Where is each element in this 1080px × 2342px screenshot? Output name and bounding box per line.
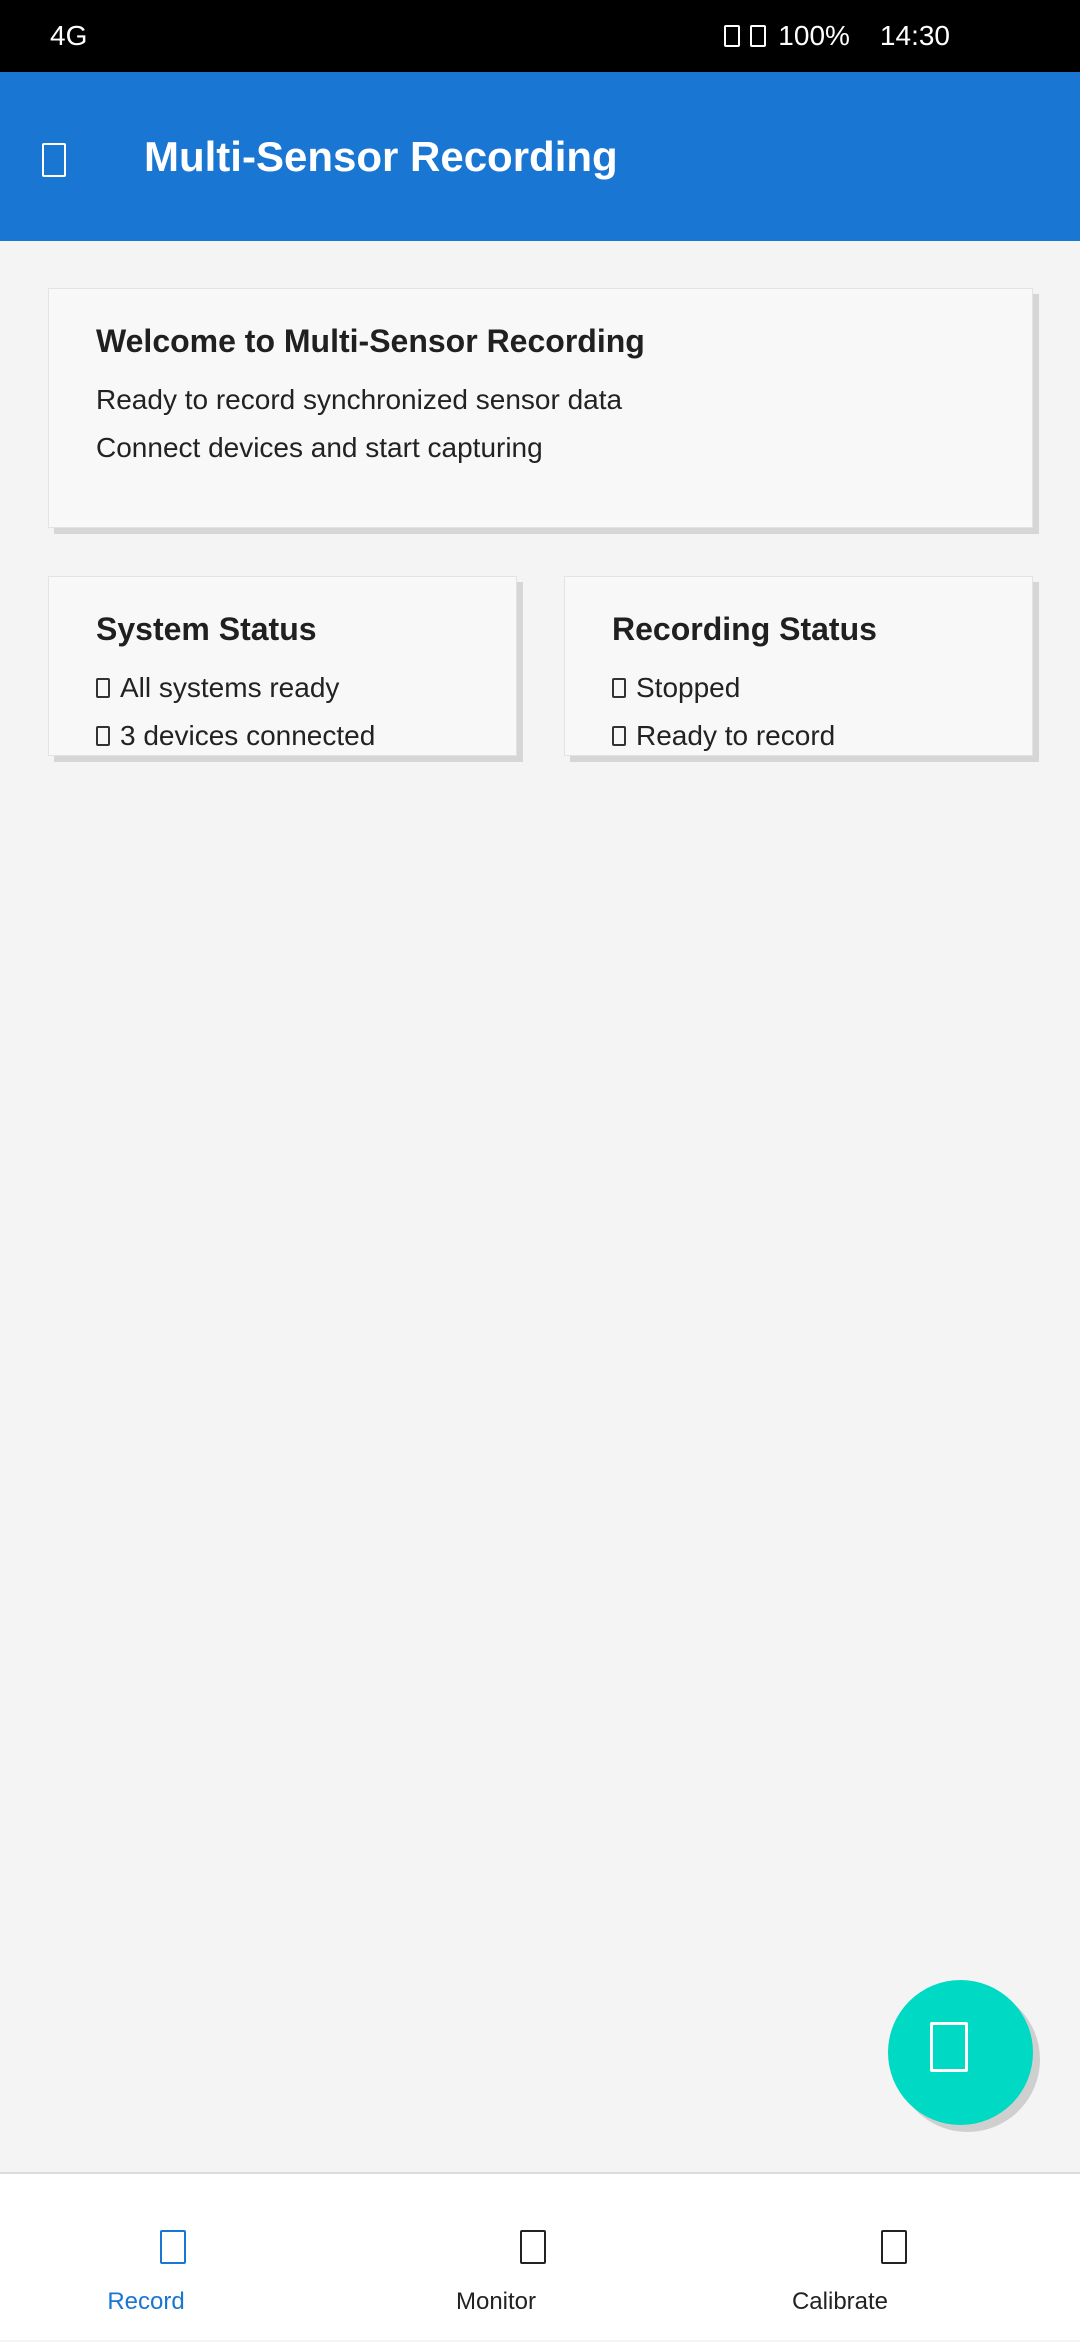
system-status-card: System Status All systems ready 3 device… [48, 576, 517, 756]
menu-icon[interactable] [42, 143, 66, 177]
devices-icon [96, 726, 110, 746]
ready-icon [612, 726, 626, 746]
app-bar: Multi-Sensor Recording [0, 72, 1080, 241]
signal-icon [724, 25, 741, 47]
status-right: 100% 14:30 [724, 0, 950, 72]
welcome-title: Welcome to Multi-Sensor Recording [96, 323, 645, 359]
status-time: 14:30 [879, 20, 950, 51]
welcome-line: Connect devices and start capturing [96, 432, 543, 463]
nav-label-monitor: Monitor [455, 2288, 537, 2315]
nav-label-record: Record [107, 2288, 185, 2315]
recording-status-text: Stopped [636, 672, 741, 703]
status-bar: 4G 100% 14:30 [0, 0, 1080, 72]
recording-status-line: Stopped [612, 672, 740, 704]
network-indicator: 4G [50, 20, 88, 51]
check-icon [96, 678, 110, 698]
app-title: Multi-Sensor Recording [144, 132, 618, 180]
recording-status-text: Ready to record [636, 720, 836, 751]
nav-item-monitor[interactable]: Monitor [386, 2174, 606, 2342]
record-icon [160, 2230, 186, 2264]
system-status-line: All systems ready [96, 672, 339, 704]
record-fab-button[interactable] [888, 1980, 1033, 2125]
calibrate-icon [881, 2230, 907, 2264]
bottom-navigation: Record Monitor Calibrate [0, 2172, 1080, 2340]
recording-status-card: Recording Status Stopped Ready to record [564, 576, 1033, 756]
monitor-icon [520, 2230, 546, 2264]
stop-icon [612, 678, 626, 698]
system-status-text: All systems ready [120, 672, 340, 703]
wifi-icon [750, 25, 767, 47]
nav-item-record[interactable]: Record [36, 2174, 256, 2342]
welcome-line: Ready to record synchronized sensor data [96, 384, 623, 415]
nav-label-calibrate: Calibrate [791, 2288, 889, 2315]
welcome-card: Welcome to Multi-Sensor Recording Ready … [48, 288, 1033, 528]
system-status-line: 3 devices connected [96, 720, 375, 752]
system-status-title: System Status [96, 611, 317, 647]
status-left: 4G [50, 0, 87, 72]
system-status-text: 3 devices connected [120, 720, 376, 751]
record-icon [930, 2022, 968, 2072]
battery-level: 100% [778, 20, 850, 51]
recording-status-line: Ready to record [612, 720, 835, 752]
nav-item-calibrate[interactable]: Calibrate [730, 2174, 950, 2342]
recording-status-title: Recording Status [612, 611, 877, 647]
